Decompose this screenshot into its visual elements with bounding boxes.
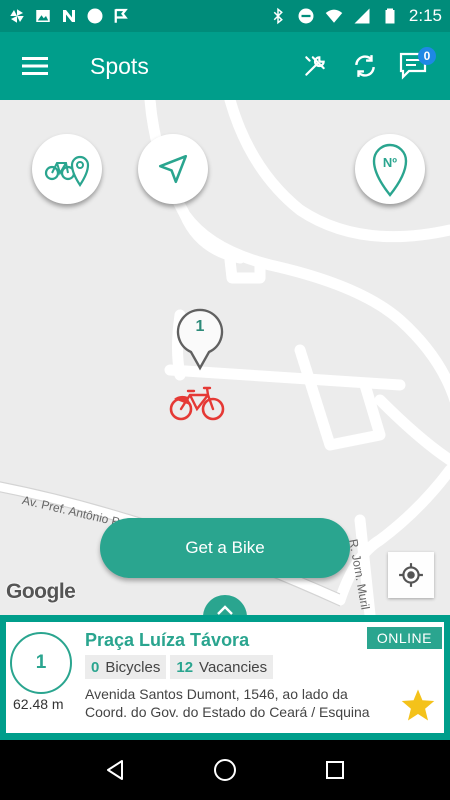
favorite-star-icon[interactable] <box>400 688 436 722</box>
app-bar: Spots 0 <box>0 32 450 100</box>
signal-icon <box>354 8 370 24</box>
tools-button[interactable] <box>290 41 340 91</box>
pinwheel-icon <box>10 9 24 23</box>
station-card[interactable]: 1 62.48 m Praça Luíza Távora ONLINE 0 Bi… <box>0 615 450 740</box>
do-not-disturb-icon <box>298 8 314 24</box>
recents-square-icon <box>326 761 344 779</box>
tools-icon <box>305 56 325 76</box>
crosshair-icon <box>399 563 423 587</box>
page-title: Spots <box>90 52 149 79</box>
google-logo: Google <box>6 580 76 603</box>
chat-button[interactable]: 0 <box>390 41 440 91</box>
station-name: Praça Luíza Távora <box>85 630 250 650</box>
bike-location-button[interactable] <box>32 134 102 204</box>
navigate-button[interactable] <box>138 134 208 204</box>
bluetooth-icon <box>273 7 283 25</box>
my-location-button[interactable] <box>388 552 434 598</box>
image-icon <box>36 10 50 22</box>
bicycles-label: Bicycles <box>105 658 161 676</box>
station-marker-label: 1 <box>195 318 205 335</box>
menu-button[interactable] <box>0 32 70 100</box>
refresh-button[interactable] <box>340 41 390 91</box>
bicycles-count: 0 <box>91 658 100 676</box>
home-button[interactable] <box>200 745 250 795</box>
map-view[interactable]: Nº 1 Av. Pref. Antônio Pereira R. Jorn. … <box>0 100 450 615</box>
vacancies-label: Vacancies <box>199 658 268 676</box>
system-nav-bar <box>0 740 450 800</box>
bike-location-icon <box>44 155 90 187</box>
wifi-icon <box>325 9 343 23</box>
station-distance: 62.48 m <box>13 696 64 712</box>
bicycles-count-chip: 0 Bicycles <box>85 655 167 679</box>
number-pin-icon: Nº <box>372 143 408 197</box>
refresh-icon <box>355 55 375 77</box>
recents-button[interactable] <box>310 745 360 795</box>
chat-badge: 0 <box>418 47 436 65</box>
check-flag-icon <box>114 8 128 23</box>
station-address: Avenida Santos Dumont, 1546, ao lado da … <box>85 686 370 720</box>
vacancies-count: 12 <box>176 658 194 676</box>
number-pin-label: Nº <box>383 155 397 170</box>
battery-icon <box>385 8 395 24</box>
status-badge: ONLINE <box>366 627 442 649</box>
chevron-up-icon <box>217 605 233 615</box>
back-triangle-icon <box>107 760 123 780</box>
map-pin-icon <box>176 308 224 371</box>
n-icon <box>63 10 75 22</box>
circle-icon <box>87 8 103 24</box>
hamburger-menu-icon <box>22 57 48 75</box>
status-time: 2:15 <box>408 6 442 25</box>
navigate-icon <box>158 154 188 184</box>
back-button[interactable] <box>90 745 140 795</box>
station-marker[interactable]: 1 <box>174 304 226 372</box>
status-bar: 2:15 <box>0 0 450 32</box>
vacancies-count-chip: 12 Vacancies <box>170 655 274 679</box>
station-number: 1 <box>10 632 72 694</box>
number-pin-button[interactable]: Nº <box>355 134 425 204</box>
home-circle-icon <box>214 759 236 781</box>
get-bike-button[interactable]: Get a Bike <box>100 518 350 578</box>
bike-marker-icon[interactable] <box>168 385 226 423</box>
